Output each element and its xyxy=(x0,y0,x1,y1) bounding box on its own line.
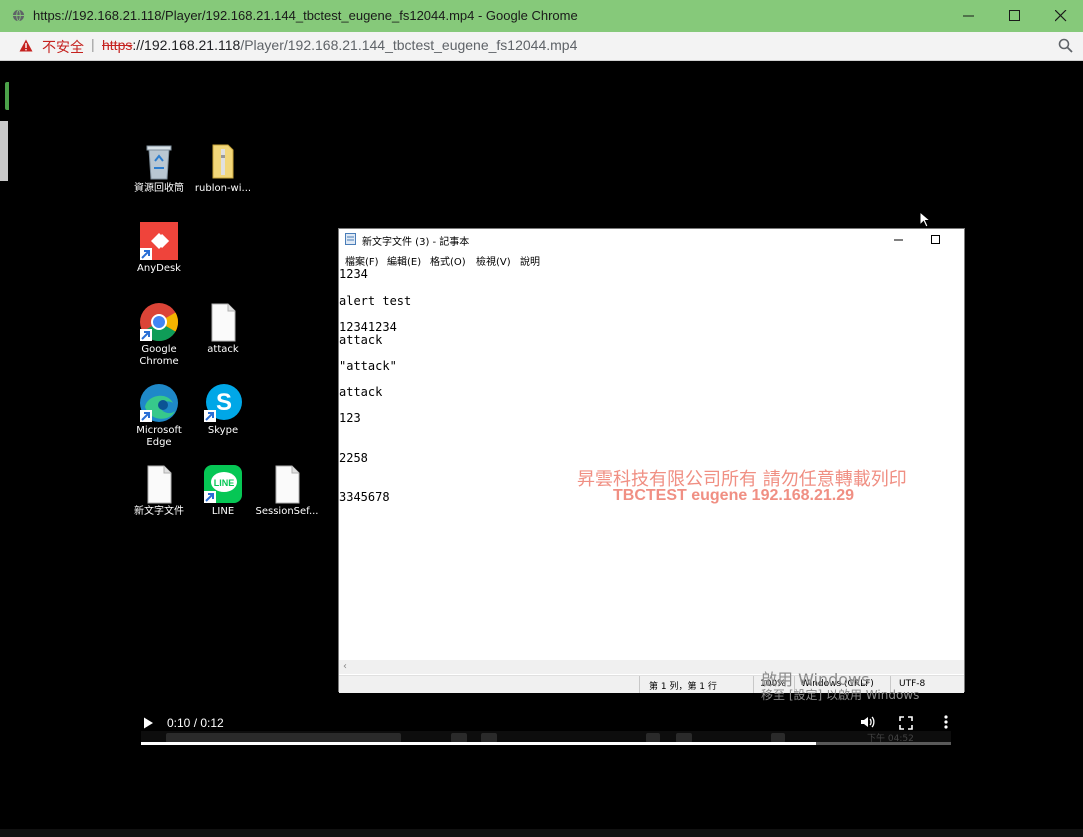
url-path: /Player/192.168.21.144_tbctest_eugene_fs… xyxy=(240,37,578,53)
desktop-icon-label: Google Chrome xyxy=(139,344,179,367)
mouse-cursor-icon xyxy=(919,211,931,228)
separator: | xyxy=(91,36,95,52)
desktop-icon-skype[interactable]: S Skype xyxy=(191,383,255,437)
notepad-maximize-button[interactable] xyxy=(928,231,944,247)
menu-edit[interactable]: 編輯(E) xyxy=(387,253,421,268)
more-options-icon[interactable] xyxy=(941,714,951,730)
text-file-icon xyxy=(139,464,179,504)
status-position: 第 1 列，第 1 行 xyxy=(649,682,717,692)
desktop-icon-rublon[interactable]: rublon-wi... xyxy=(191,141,255,195)
edge-icon xyxy=(139,383,179,423)
notepad-title-bar[interactable]: 新文字文件 (3) - 記事本 xyxy=(339,229,964,249)
menu-help[interactable]: 說明 xyxy=(520,253,540,268)
maximize-icon xyxy=(931,235,940,244)
volume-icon[interactable] xyxy=(859,714,875,730)
desktop-icon-label: SessionSef... xyxy=(255,506,319,517)
folder-icon xyxy=(203,141,243,181)
desktop-icon-label: rublon-wi... xyxy=(194,183,252,194)
text-line: 123 xyxy=(339,411,361,425)
desktop-icon-label: LINE xyxy=(211,506,235,517)
text-line: "attack" xyxy=(339,359,397,373)
svg-text:S: S xyxy=(216,389,232,416)
minimize-icon xyxy=(894,239,903,241)
fullscreen-icon[interactable] xyxy=(899,716,913,730)
text-line: 3345678 xyxy=(339,490,390,504)
browser-title-bar: https://192.168.21.118/Player/192.168.21… xyxy=(0,0,1083,32)
line-icon: LINE xyxy=(203,464,243,504)
desktop-icon-label: 資源回收筒 xyxy=(134,183,184,194)
desktop-icon-line[interactable]: LINE LINE xyxy=(191,464,255,518)
address-bar[interactable]: 不安全 | https://192.168.21.118/Player/192.… xyxy=(0,32,1083,61)
desktop-icon-label: attack xyxy=(207,344,239,355)
text-line: 1234 xyxy=(339,267,368,281)
video-time: 0:10 / 0:12 xyxy=(167,716,224,730)
text-line: 12341234 xyxy=(339,320,397,334)
desktop-icon-edge[interactable]: Microsoft Edge xyxy=(127,383,191,449)
desktop-icon-label: Microsoft Edge xyxy=(136,425,182,448)
desktop-icon-session[interactable]: SessionSef... xyxy=(255,464,319,518)
maximize-button[interactable] xyxy=(992,4,1038,28)
notepad-text-area[interactable]: 1234 alert test 12341234 attack "attack"… xyxy=(339,267,964,661)
notepad-icon xyxy=(345,233,356,245)
video-progress-bar[interactable] xyxy=(141,742,951,745)
edge-artifact xyxy=(5,82,9,110)
maximize-icon xyxy=(1009,10,1020,21)
chrome-icon xyxy=(139,302,179,342)
desktop-icon-anydesk[interactable]: AnyDesk xyxy=(127,221,191,275)
activation-notice-sub: 移至 [設定] 以啟用 Windows xyxy=(761,688,920,702)
horizontal-scrollbar[interactable]: ‹ xyxy=(339,660,964,674)
desktop-icon-attack[interactable]: attack xyxy=(191,302,255,356)
close-button[interactable] xyxy=(1038,4,1083,28)
desktop-icon-label: AnyDesk xyxy=(137,263,181,274)
security-label[interactable]: 不安全 xyxy=(42,37,84,57)
scroll-left-icon[interactable]: ‹ xyxy=(343,661,347,672)
status-divider xyxy=(753,676,754,693)
text-file-icon xyxy=(203,302,243,342)
bottom-strip xyxy=(0,829,1083,837)
url-text[interactable]: https://192.168.21.118/Player/192.168.21… xyxy=(102,37,577,53)
desktop-icon-recycle-bin[interactable]: 資源回收筒 xyxy=(127,141,191,195)
menu-file[interactable]: 檔案(F) xyxy=(345,253,379,268)
skype-icon: S xyxy=(203,383,243,423)
text-file-icon xyxy=(267,464,307,504)
close-icon xyxy=(1055,10,1067,22)
minimize-icon xyxy=(963,15,974,17)
desktop-icon-label: Skype xyxy=(207,425,239,436)
svg-text:LINE: LINE xyxy=(214,478,235,488)
text-line: alert test xyxy=(339,294,412,308)
notepad-minimize-button[interactable] xyxy=(891,231,907,247)
url-scheme: https xyxy=(102,37,133,53)
url-host: ://192.168.21.118 xyxy=(132,37,241,53)
anydesk-icon xyxy=(139,221,179,261)
edge-artifact-gray xyxy=(0,121,8,181)
notepad-title: 新文字文件 (3) - 記事本 xyxy=(362,237,470,248)
warning-icon[interactable] xyxy=(19,39,33,52)
globe-icon xyxy=(12,9,25,22)
text-line: attack xyxy=(339,333,383,347)
play-icon[interactable] xyxy=(141,716,155,730)
video-progress-fill xyxy=(141,742,816,745)
watermark-line2: TBCTEST eugene 192.168.21.29 xyxy=(613,487,854,504)
desktop-icon-label: 新文字文件 xyxy=(134,506,184,517)
desktop-icon-chrome[interactable]: Google Chrome xyxy=(127,302,191,368)
zoom-icon[interactable] xyxy=(1058,38,1073,53)
text-line: attack xyxy=(339,385,383,399)
desktop-icon-new-text[interactable]: 新文字文件 xyxy=(127,464,191,518)
minimize-button[interactable] xyxy=(946,4,992,28)
status-divider xyxy=(639,676,640,693)
window-title: https://192.168.21.118/Player/192.168.21… xyxy=(33,8,578,23)
notepad-menu-bar: 檔案(F) 編輯(E) 格式(O) 檢視(V) 說明 xyxy=(339,251,964,268)
notepad-window[interactable]: 新文字文件 (3) - 記事本 檔案(F) 編輯(E) 格式(O) 檢視(V) … xyxy=(338,228,965,693)
menu-view[interactable]: 檢視(V) xyxy=(476,253,511,268)
text-line: 2258 xyxy=(339,451,368,465)
recycle-bin-icon xyxy=(139,141,179,181)
menu-format[interactable]: 格式(O) xyxy=(430,253,466,268)
